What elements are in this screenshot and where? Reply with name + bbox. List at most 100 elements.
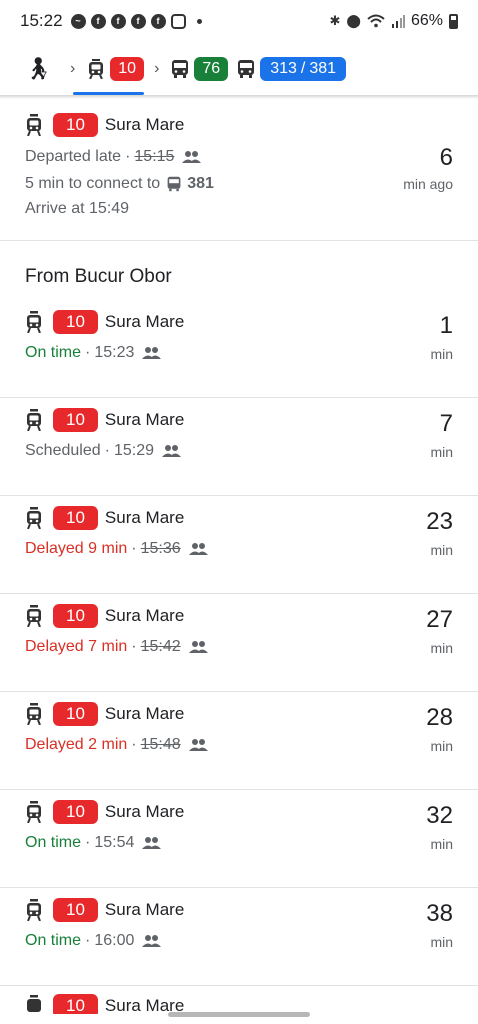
line-badge: 10 (53, 113, 98, 137)
minutes-value: 32 (426, 802, 453, 829)
trip-line-row: 10 Sura Mare (25, 702, 184, 726)
route-badge-381: 381 (309, 60, 337, 77)
instagram-icon (170, 13, 186, 29)
trip-line-row: 10 Sura Mare (25, 800, 184, 824)
line-badge: 10 (53, 310, 98, 334)
departure-status: Departed late · 15:15 (25, 148, 202, 166)
crowding-icon (188, 641, 208, 653)
departure-row[interactable]: 10 Sura Mare On time · 15:23 1 min (0, 300, 478, 398)
chevron-right-icon: › (154, 60, 160, 77)
destination-text: Sura Mare (104, 508, 185, 527)
destination-text: Sura Mare (104, 900, 185, 919)
departure-row-partial[interactable]: 10 Sura Mare (0, 974, 478, 1014)
departure-row[interactable]: 10 Sura Mare On time · 15:54 32 min (0, 790, 478, 888)
gesture-nav-handle[interactable] (168, 1012, 310, 1017)
bus-icon (167, 176, 181, 192)
route-leg-tram[interactable]: 10 (87, 57, 145, 81)
crowding-icon (188, 543, 208, 555)
minutes-label: min (430, 444, 453, 460)
tram-icon (27, 507, 41, 529)
scheduled-time: 15:54 (94, 834, 135, 851)
route-leg-bus-313-381[interactable]: 313/381 (237, 57, 347, 81)
facebook-icon: f (130, 13, 146, 29)
connect-line: 381 (187, 175, 214, 192)
tram-icon (27, 114, 41, 136)
scheduled-time: 15:42 (140, 638, 181, 655)
status-text: Delayed 2 min (25, 736, 128, 753)
departure-row[interactable]: 10 Sura Mare Delayed 7 min · 15:42 27 min (0, 594, 478, 692)
walk-icon: 🚶︎ (24, 56, 52, 81)
departure-row[interactable]: 10 Sura Mare On time · 16:00 38 min (0, 888, 478, 986)
connect-text: 5 min to connect to (25, 175, 161, 192)
connection-info: 5 min to connect to 381 (25, 175, 214, 193)
scheduled-time: 15:48 (140, 736, 181, 753)
scheduled-time: 16:00 (94, 932, 135, 949)
line-badge: 10 (53, 800, 98, 824)
departed-trip-card[interactable]: 10 Sura Mare Departed late · 15:15 5 min… (0, 99, 478, 241)
minutes-value: 1 (439, 312, 453, 339)
crowding-icon (182, 151, 202, 163)
status-time: 15:22 (20, 11, 63, 30)
minutes-value: 28 (426, 704, 453, 731)
route-leg-bus-76[interactable]: 76 (171, 57, 229, 81)
trip-line-row: 10 Sura Mare (25, 994, 184, 1014)
facebook-icon: f (150, 13, 166, 29)
status-text: On time (25, 344, 82, 361)
line-badge: 10 (53, 506, 98, 530)
departure-row[interactable]: 10 Sura Mare Scheduled · 15:29 7 min (0, 398, 478, 496)
line-badge: 10 (53, 994, 98, 1014)
departure-status: Delayed 7 min · 15:42 (25, 638, 209, 656)
section-title: From Bucur Obor (25, 266, 172, 287)
dot-icon (196, 18, 202, 24)
wifi-icon (367, 14, 385, 28)
minutes-label: min (430, 934, 453, 950)
minutes-value: 6 (439, 144, 453, 171)
scheduled-time: 15:29 (113, 442, 154, 459)
bluetooth-icon: ✱ (329, 13, 341, 28)
departure-status: Delayed 9 min · 15:36 (25, 540, 209, 558)
tram-icon (89, 59, 104, 79)
crowding-icon (142, 347, 162, 359)
crowding-icon (188, 739, 208, 751)
tram-icon (27, 899, 41, 921)
status-text: On time (25, 834, 82, 851)
location-icon: ⬤ (346, 13, 361, 28)
minutes-label: min (430, 542, 453, 558)
tram-icon (27, 703, 41, 725)
tram-icon (27, 409, 41, 431)
minutes-label: min (430, 346, 453, 362)
status-text: Delayed 9 min (25, 540, 128, 557)
messenger-icon: ~ (70, 13, 86, 29)
minutes-label: min ago (403, 176, 453, 192)
status-text: Delayed 7 min (25, 638, 128, 655)
trip-line-row: 10 Sura Mare (25, 408, 184, 432)
minutes-label: min (430, 738, 453, 754)
destination-text: Sura Mare (104, 410, 185, 429)
destination-text: Sura Mare (104, 704, 185, 723)
status-text: On time (25, 932, 82, 949)
route-badge-10: 10 (110, 57, 145, 81)
scheduled-time: 15:36 (140, 540, 181, 557)
minutes-label: min (430, 836, 453, 852)
departure-status: On time · 15:54 (25, 834, 162, 852)
battery-percent: 66% (410, 12, 443, 29)
minutes-label: min (430, 640, 453, 656)
scheduled-time: 15:15 (134, 148, 175, 165)
minutes-value: 27 (426, 606, 453, 633)
departure-row[interactable]: 10 Sura Mare Delayed 9 min · 15:36 23 min (0, 496, 478, 594)
departure-status: On time · 16:00 (25, 932, 162, 950)
trip-line-row: 10 Sura Mare (25, 310, 184, 334)
minutes-value: 7 (439, 410, 453, 437)
walk-minutes: 7 (41, 70, 48, 82)
departure-row[interactable]: 10 Sura Mare Delayed 2 min · 15:48 28 min (0, 692, 478, 790)
facebook-icon: f (110, 13, 126, 29)
scheduled-time: 15:23 (94, 344, 135, 361)
tram-icon (27, 995, 41, 1012)
trip-line-row: 10 Sura Mare (25, 113, 184, 137)
minutes-value: 23 (426, 508, 453, 535)
route-summary-bar: 🚶︎ 7 › 10 › 76 313/381 (0, 42, 478, 96)
crowding-icon (142, 935, 162, 947)
walk-step[interactable]: 🚶︎ 7 (24, 56, 52, 82)
status-bar: 15:22 ~ f f f f ✱ ⬤ 66% (0, 0, 478, 42)
battery-icon (449, 13, 458, 29)
